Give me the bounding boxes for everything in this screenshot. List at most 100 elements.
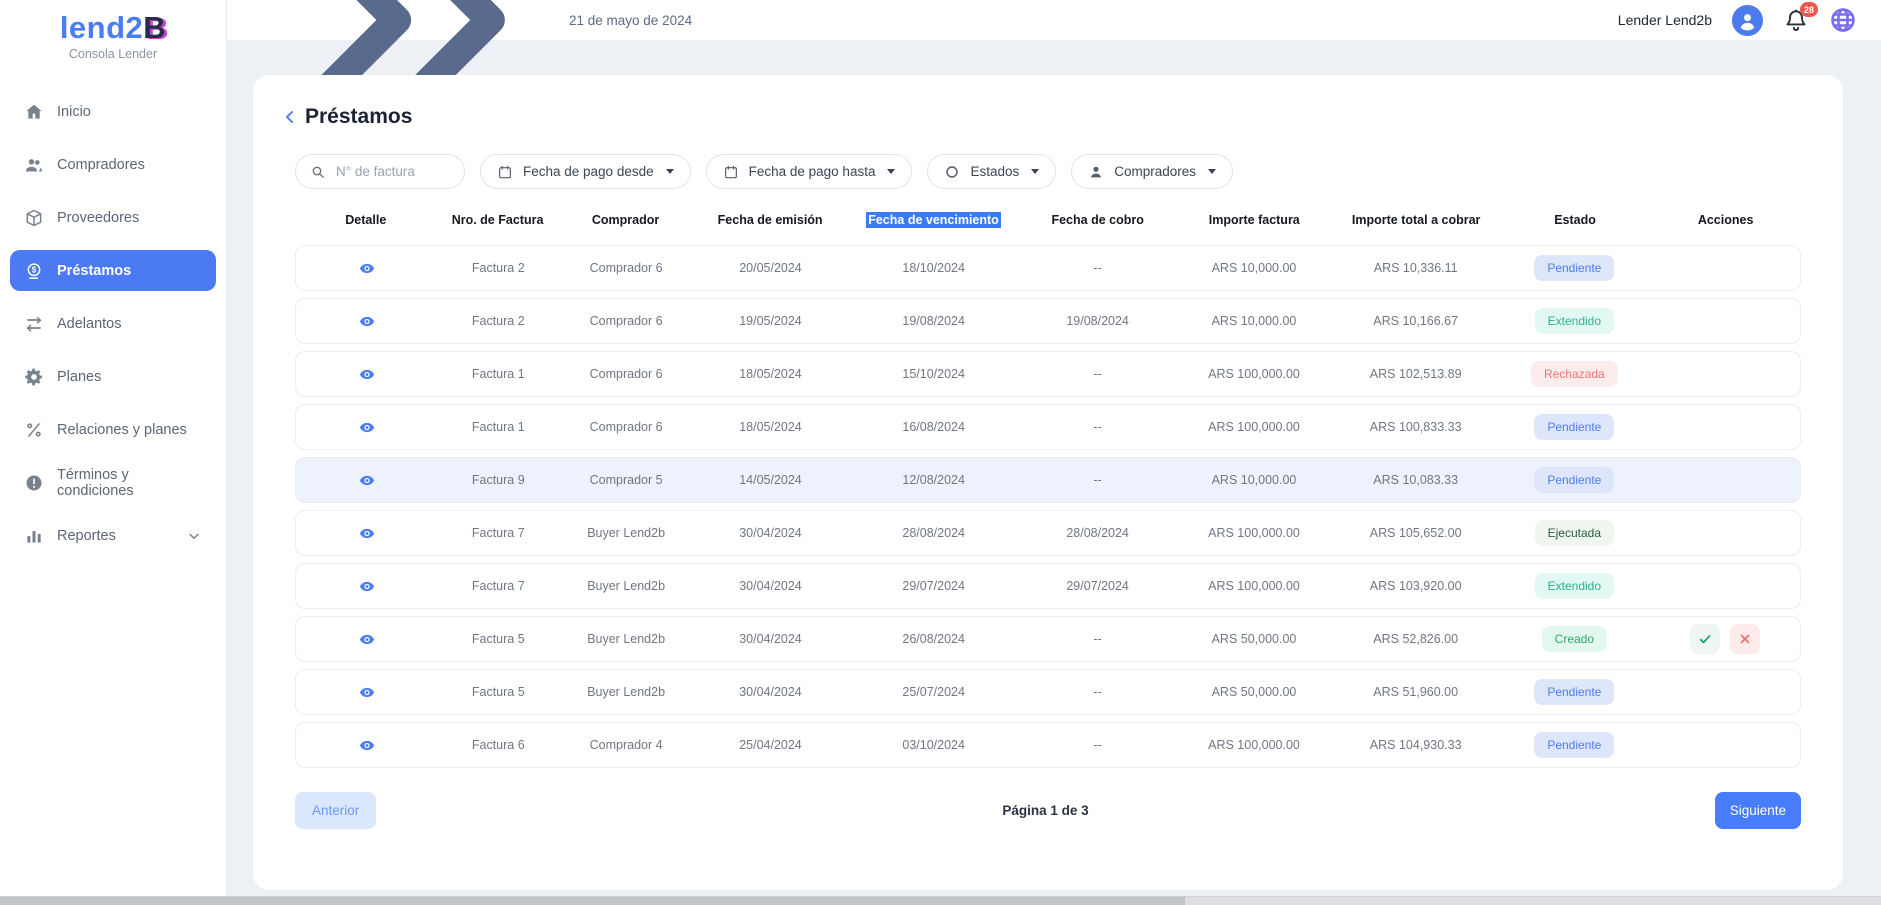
top-header: 21 de mayo de 2024 Lender Lend2b 28: [227, 0, 1881, 41]
sidebar-item-inicio[interactable]: Inicio: [10, 91, 216, 132]
filter-dropdown-estados[interactable]: Estados: [927, 154, 1056, 189]
app-root: lend2B Consola Lender InicioCompradoresP…: [0, 0, 1881, 905]
view-detail-button[interactable]: [356, 631, 378, 648]
approve-button[interactable]: [1690, 624, 1720, 654]
eye-icon: [356, 366, 378, 383]
console-subtitle: Consola Lender: [0, 47, 226, 61]
column-header-comprador: Comprador: [559, 213, 693, 227]
column-header-nro-de-factura: Nro. de Factura: [437, 213, 559, 227]
language-globe-icon[interactable]: [1829, 6, 1857, 34]
buyer-name: Comprador 6: [559, 261, 693, 275]
sidebar-item-relaciones-y-planes[interactable]: Relaciones y planes: [10, 409, 216, 450]
issue-date: 30/04/2024: [693, 685, 848, 699]
header-actions: Lender Lend2b 28: [1618, 5, 1857, 36]
sidebar-item-compradores[interactable]: Compradores: [10, 144, 216, 185]
scrollbar-thumb[interactable]: [0, 897, 1185, 905]
invoice-search[interactable]: [295, 154, 465, 189]
info-icon: [24, 473, 44, 493]
view-detail-button[interactable]: [356, 366, 378, 383]
view-detail-button[interactable]: [356, 472, 378, 489]
chart-icon: [24, 526, 44, 546]
collection-date: --: [1019, 685, 1175, 699]
view-detail-button[interactable]: [356, 313, 378, 330]
view-detail-button[interactable]: [356, 737, 378, 754]
column-header-acciones: Acciones: [1650, 213, 1801, 227]
invoice-number: Factura 5: [437, 685, 559, 699]
previous-page-button[interactable]: Anterior: [295, 792, 376, 829]
column-header-importe-factura: Importe factura: [1176, 213, 1333, 227]
view-detail-button[interactable]: [356, 578, 378, 595]
table-row: Factura 2Comprador 620/05/202418/10/2024…: [295, 245, 1801, 291]
sidebar-item-label: Planes: [57, 369, 101, 385]
filter-label: Compradores: [1114, 164, 1196, 179]
sidebar: lend2B Consola Lender InicioCompradoresP…: [0, 0, 227, 905]
table-row: Factura 7Buyer Lend2b30/04/202428/08/202…: [295, 510, 1801, 556]
filter-dropdown-fecha-de-pago-desde[interactable]: Fecha de pago desde: [480, 154, 691, 189]
view-detail-button[interactable]: [356, 260, 378, 277]
notifications-button[interactable]: 28: [1783, 7, 1809, 33]
filter-dropdown-compradores[interactable]: Compradores: [1071, 154, 1233, 189]
collection-date: --: [1019, 632, 1175, 646]
user-avatar-icon: [1736, 9, 1759, 32]
issue-date: 30/04/2024: [693, 632, 848, 646]
sidebar-item-prestamos[interactable]: $Préstamos: [10, 250, 216, 291]
total-amount: ARS 51,960.00: [1332, 685, 1499, 699]
sidebar-item-terminos-y-condiciones[interactable]: Términos y condiciones: [10, 462, 216, 503]
table-body: Factura 2Comprador 620/05/202418/10/2024…: [295, 245, 1801, 768]
status-badge: Pendiente: [1534, 255, 1614, 281]
back-button[interactable]: [282, 109, 298, 125]
invoice-number: Factura 9: [437, 473, 559, 487]
due-date: 26/08/2024: [848, 632, 1019, 646]
buyer-name: Comprador 6: [559, 367, 693, 381]
table-header: DetalleNro. de FacturaCompradorFecha de …: [295, 189, 1801, 245]
table-row: Factura 1Comprador 618/05/202416/08/2024…: [295, 404, 1801, 450]
x-icon: [1738, 632, 1752, 646]
buyer-name: Comprador 4: [559, 738, 693, 752]
table-row: Factura 7Buyer Lend2b30/04/202429/07/202…: [295, 563, 1801, 609]
calendar-icon: [497, 164, 513, 180]
eye-icon: [356, 419, 378, 436]
invoice-amount: ARS 50,000.00: [1176, 632, 1332, 646]
due-date: 18/10/2024: [848, 261, 1019, 275]
eye-icon: [356, 525, 378, 542]
avatar[interactable]: [1732, 5, 1763, 36]
invoice-number: Factura 1: [437, 420, 559, 434]
eye-icon: [356, 472, 378, 489]
logo-text-blue: lend2: [60, 10, 143, 45]
user-name: Lender Lend2b: [1618, 12, 1712, 28]
total-amount: ARS 10,083.33: [1332, 473, 1499, 487]
caret-down-icon: [666, 169, 674, 174]
chevron-left-icon: [282, 109, 298, 125]
invoice-amount: ARS 100,000.00: [1176, 579, 1332, 593]
buyer-name: Comprador 6: [559, 420, 693, 434]
view-detail-button[interactable]: [356, 419, 378, 436]
invoice-amount: ARS 100,000.00: [1176, 367, 1332, 381]
home-icon: [24, 102, 44, 122]
total-amount: ARS 103,920.00: [1332, 579, 1499, 593]
eye-icon: [356, 737, 378, 754]
search-icon: [310, 164, 326, 180]
eye-icon: [356, 631, 378, 648]
svg-text:$: $: [32, 265, 37, 274]
due-date: 25/07/2024: [848, 685, 1019, 699]
total-amount: ARS 10,336.11: [1332, 261, 1499, 275]
buyer-name: Comprador 6: [559, 314, 693, 328]
total-amount: ARS 104,930.33: [1332, 738, 1499, 752]
due-date: 28/08/2024: [848, 526, 1019, 540]
status-badge: Pendiente: [1534, 414, 1614, 440]
view-detail-button[interactable]: [356, 684, 378, 701]
sidebar-item-planes[interactable]: Planes: [10, 356, 216, 397]
status-badge: Extendido: [1535, 573, 1614, 599]
next-page-button[interactable]: Siguiente: [1715, 792, 1801, 829]
view-detail-button[interactable]: [356, 525, 378, 542]
sidebar-item-label: Términos y condiciones: [57, 467, 202, 499]
search-input[interactable]: [334, 163, 450, 180]
sidebar-item-reportes[interactable]: Reportes: [10, 515, 216, 556]
reject-button[interactable]: [1730, 624, 1760, 654]
issue-date: 18/05/2024: [693, 420, 848, 434]
sidebar-item-proveedores[interactable]: Proveedores: [10, 197, 216, 238]
invoice-number: Factura 2: [437, 314, 559, 328]
sidebar-item-adelantos[interactable]: Adelantos: [10, 303, 216, 344]
filter-dropdown-fecha-de-pago-hasta[interactable]: Fecha de pago hasta: [706, 154, 913, 189]
table-row: Factura 1Comprador 618/05/202415/10/2024…: [295, 351, 1801, 397]
